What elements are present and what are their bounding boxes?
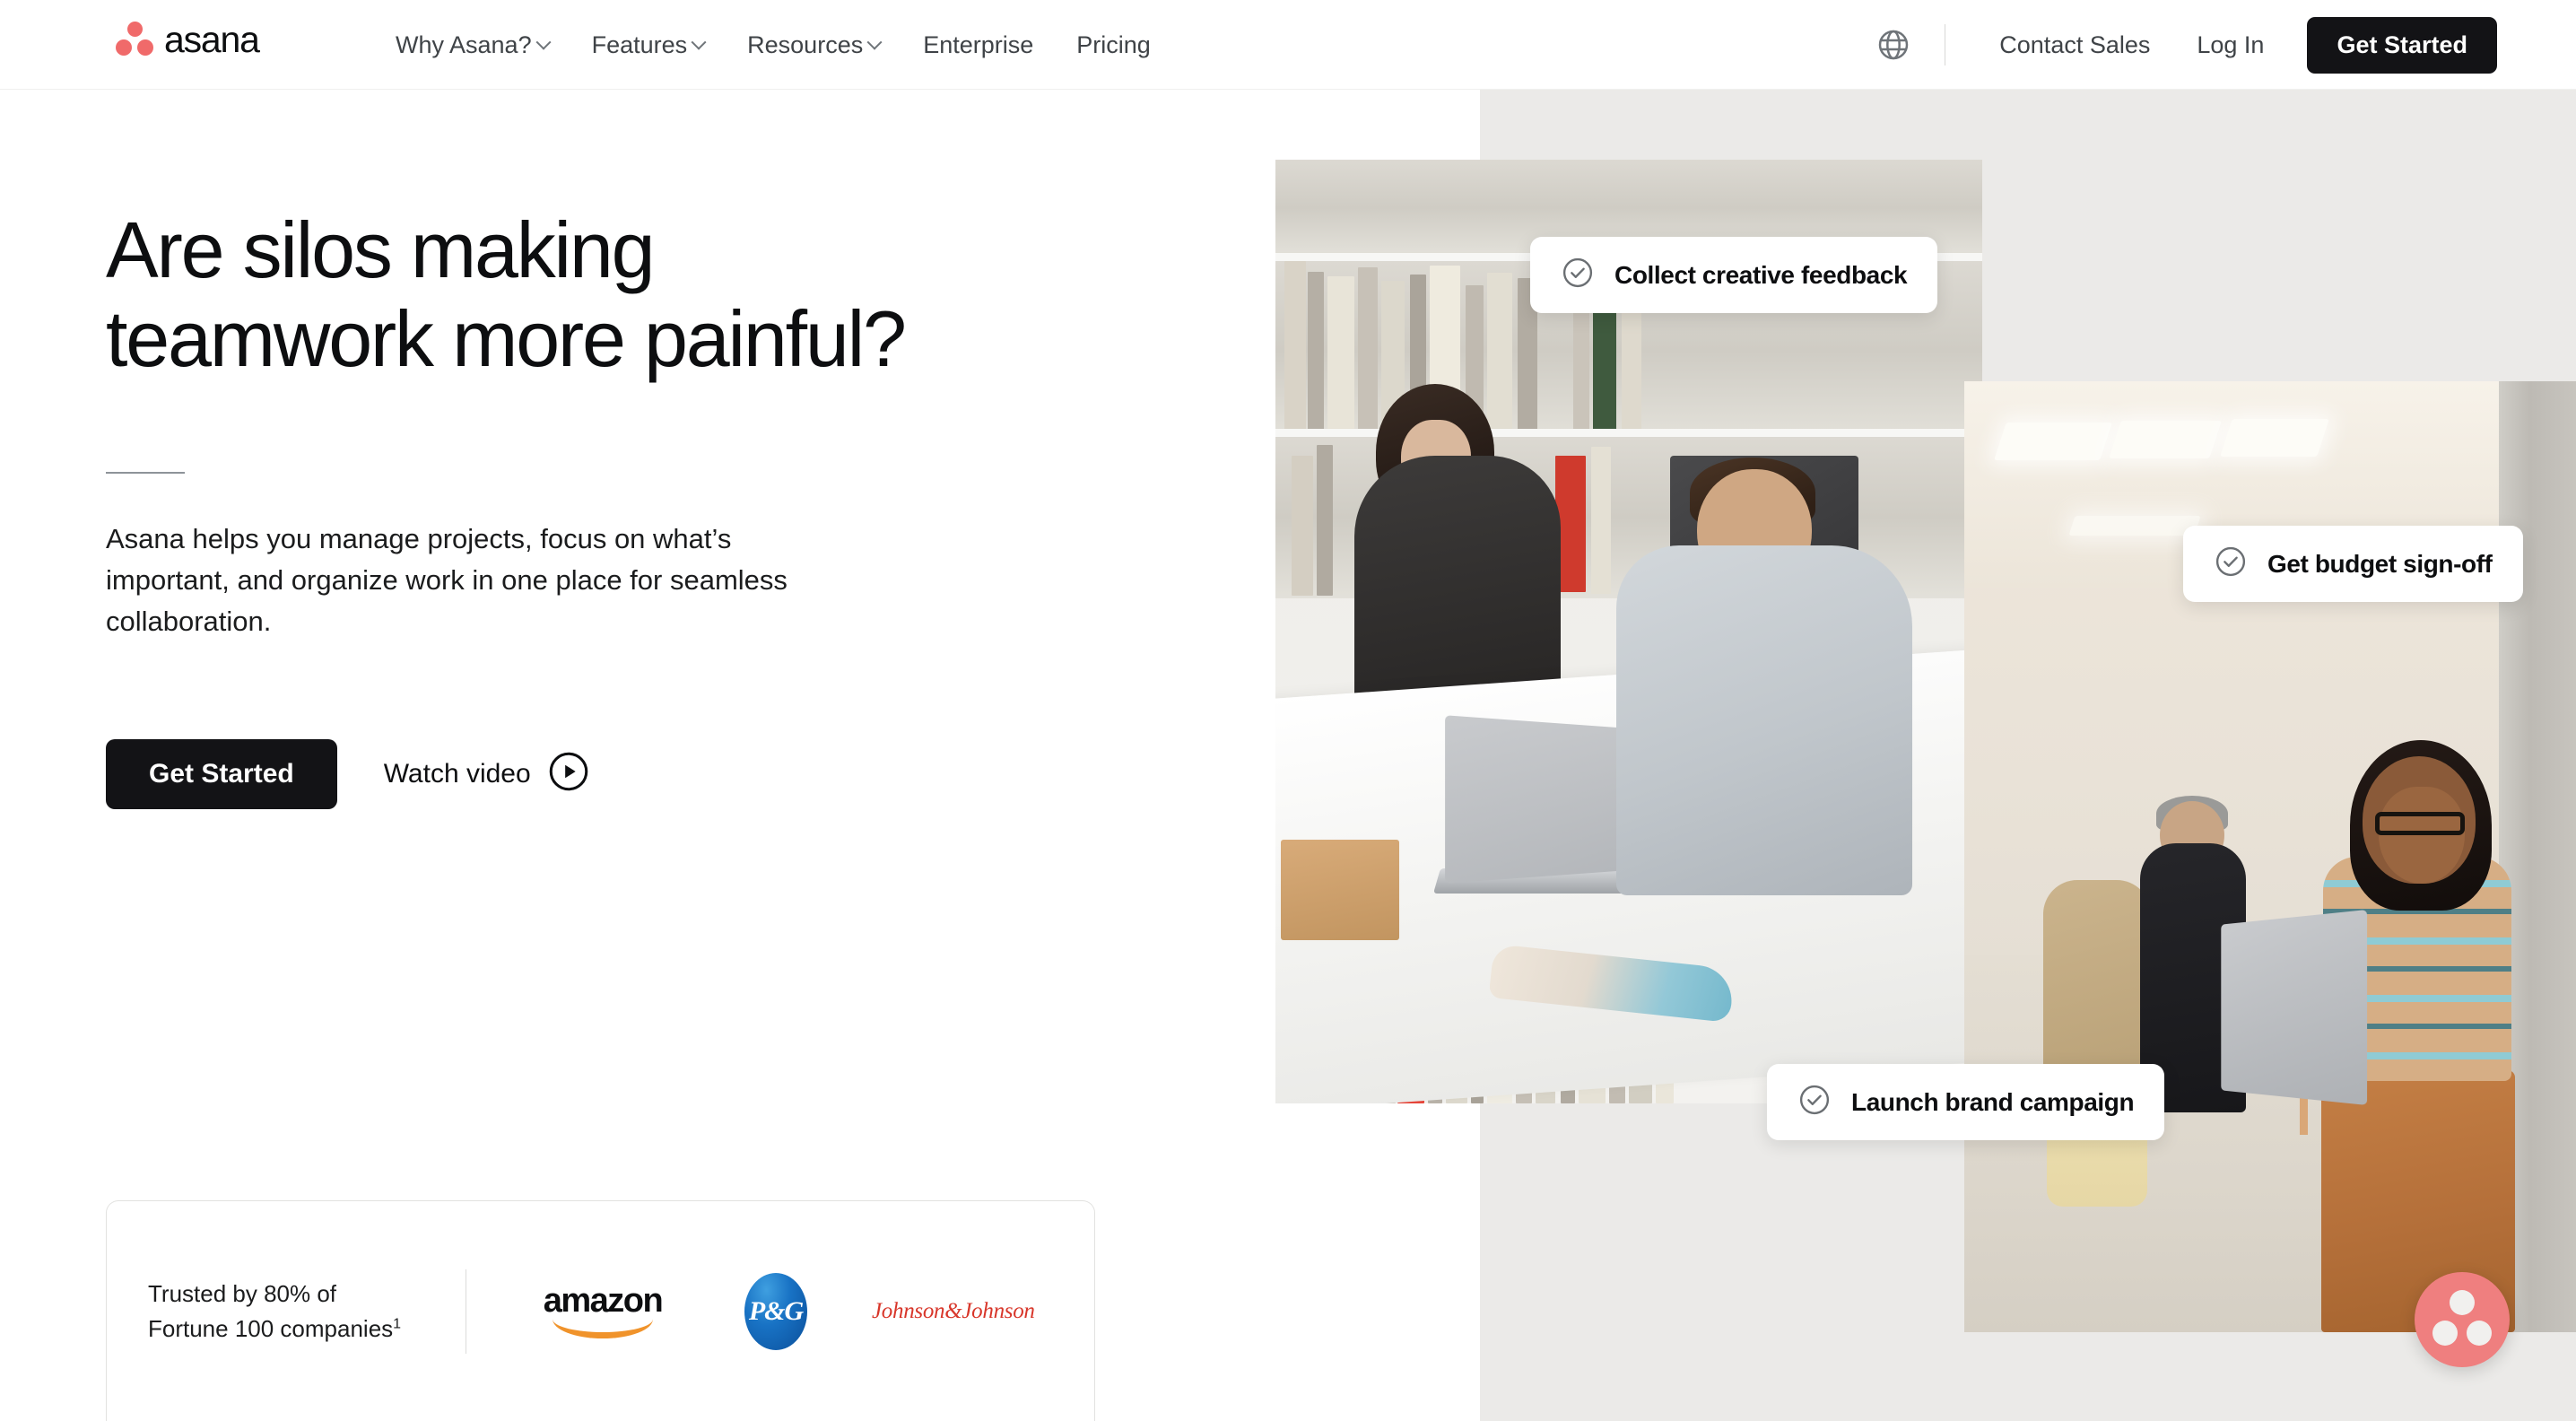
pill-label: Get budget sign-off [2267,549,2493,578]
watch-video-button[interactable]: Watch video [384,751,589,797]
procter-and-gamble-logo: P&G [744,1272,807,1350]
check-circle-icon [1797,1083,1832,1121]
trust-line-2: Fortune 100 companies1 [148,1314,402,1342]
watch-video-label: Watch video [383,758,531,789]
trust-footnote: 1 [393,1315,402,1331]
nav-label: Enterprise [923,31,1034,58]
nav-label: Features [591,31,688,58]
page-title: Are silos making teamwork more painful? [106,205,907,383]
hero-subcopy: Asana helps you manage projects, focus o… [106,523,788,637]
check-circle-icon [1561,256,1595,294]
asana-wordmark: asana [164,19,260,60]
amazon-logo: amazon [531,1280,674,1343]
log-in-link[interactable]: Log In [2173,31,2287,59]
globe-icon[interactable] [1873,24,1914,65]
nav-item-enterprise[interactable]: Enterprise [901,31,1055,59]
nav-label: Resources [747,31,864,58]
trust-card: Trusted by 80% of Fortune 100 companies1… [106,1200,1095,1421]
chevron-down-icon [535,34,552,50]
chevron-down-icon [691,34,707,50]
trust-line-1: Trusted by 80% of [148,1279,337,1307]
pill-collect-creative-feedback[interactable]: Collect creative feedback [1530,237,1938,313]
nav-item-features[interactable]: Features [570,31,727,59]
nav-label: Why Asana? [396,31,532,58]
hero-cta-row: Get Started Watch video [106,738,1182,809]
customer-logos: amazon P&G Johnson&Johnson [466,1272,1035,1350]
pill-get-budget-sign-off[interactable]: Get budget sign-off [2183,526,2523,602]
asana-chat-icon [2450,1290,2475,1315]
pill-launch-brand-campaign[interactable]: Launch brand campaign [1767,1064,2165,1140]
contact-sales-link[interactable]: Contact Sales [1976,31,2173,59]
header-actions: Contact Sales Log In Get Started [1873,0,2497,90]
chevron-down-icon [866,34,883,50]
get-started-button-header[interactable]: Get Started [2307,16,2497,74]
asana-logo[interactable]: asana [115,19,260,60]
get-started-button-hero[interactable]: Get Started [106,738,337,809]
check-circle-icon [2214,545,2248,583]
hero-copy: Are silos making teamwork more painful? … [106,205,1182,809]
hero-photo-loft [1964,381,2576,1332]
landing-page: asana Why Asana? Features Resources Ente… [0,0,2576,1421]
site-header: asana Why Asana? Features Resources Ente… [0,0,2576,90]
hero-divider-rule [106,472,185,475]
johnson-and-johnson-logo: Johnson&Johnson [872,1298,1035,1323]
nav-item-resources[interactable]: Resources [726,31,901,59]
play-circle-icon [548,751,589,797]
nav-item-why-asana[interactable]: Why Asana? [396,31,570,59]
nav-item-pricing[interactable]: Pricing [1055,31,1172,59]
trust-text: Trusted by 80% of Fortune 100 companies1 [107,1277,466,1347]
asana-logo-icon [115,21,154,58]
primary-nav: Why Asana? Features Resources Enterprise… [396,0,1172,90]
amazon-smile-icon [553,1315,653,1338]
amazon-wordmark: amazon [543,1282,664,1320]
nav-label: Pricing [1076,31,1151,58]
chat-widget-button[interactable] [2415,1272,2510,1367]
pill-label: Launch brand campaign [1851,1087,2135,1116]
pill-label: Collect creative feedback [1614,260,1908,289]
